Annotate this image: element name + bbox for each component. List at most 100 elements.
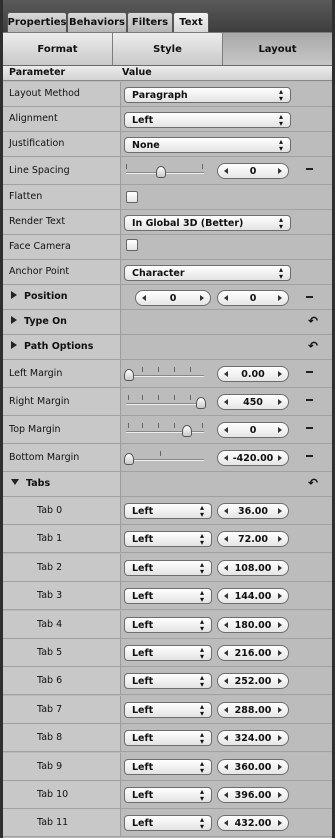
decrement-arrow-icon[interactable] (224, 678, 228, 684)
tab-position-stepper[interactable]: 396.00 (217, 787, 289, 803)
label-type-on[interactable]: Type On (11, 316, 67, 327)
segment-style[interactable]: Style (113, 33, 223, 65)
line-spacing-slider-thumb[interactable] (156, 166, 167, 178)
left-margin-stepper[interactable]: 0.00 (217, 366, 289, 382)
tab-alignment-popup[interactable]: Left ▴ ▾ (124, 588, 212, 604)
flatten-checkbox[interactable] (126, 191, 138, 203)
tab-position-stepper[interactable]: 324.00 (217, 730, 289, 746)
line-spacing-stepper[interactable]: 0 (217, 163, 289, 179)
decrement-arrow-icon[interactable] (224, 593, 228, 599)
tab-alignment-popup[interactable]: Left ▴ ▾ (124, 673, 212, 689)
segment-layout[interactable]: Layout (223, 33, 332, 65)
right-margin-stepper[interactable]: 450 (217, 394, 289, 410)
reset-arrow-icon[interactable]: ↶ (308, 476, 318, 490)
label-path-options[interactable]: Path Options (11, 341, 93, 352)
decrement-arrow-icon[interactable] (224, 622, 228, 628)
increment-arrow-icon[interactable] (278, 455, 282, 461)
minus-icon[interactable] (306, 399, 313, 401)
reset-arrow-icon[interactable]: ↶ (308, 339, 318, 353)
right-margin-slider[interactable] (124, 391, 206, 411)
tab-position-stepper[interactable]: 108.00 (217, 560, 289, 576)
increment-arrow-icon[interactable] (278, 536, 282, 542)
tab-alignment-popup[interactable]: Left ▴ ▾ (124, 787, 212, 803)
increment-arrow-icon[interactable] (278, 565, 282, 571)
tab-position-stepper[interactable]: 252.00 (217, 673, 289, 689)
tab-alignment-popup[interactable]: Left ▴ ▾ (124, 531, 212, 547)
disclosure-triangle-icon[interactable] (11, 479, 19, 485)
tab-position-stepper[interactable]: 432.00 (217, 815, 289, 831)
tab-properties[interactable]: Properties (7, 12, 67, 32)
decrement-arrow-icon[interactable] (224, 427, 228, 433)
decrement-arrow-icon[interactable] (224, 536, 228, 542)
minus-icon[interactable] (306, 168, 313, 170)
decrement-arrow-icon[interactable] (224, 168, 228, 174)
top-margin-slider[interactable] (124, 419, 206, 439)
line-spacing-slider[interactable] (124, 160, 206, 180)
tab-position-stepper[interactable]: 288.00 (217, 702, 289, 718)
increment-arrow-icon[interactable] (200, 295, 204, 301)
increment-arrow-icon[interactable] (278, 371, 282, 377)
tab-behaviors[interactable]: Behaviors (67, 12, 127, 32)
increment-arrow-icon[interactable] (278, 622, 282, 628)
decrement-arrow-icon[interactable] (224, 650, 228, 656)
decrement-arrow-icon[interactable] (224, 371, 228, 377)
tab-position-stepper[interactable]: 72.00 (217, 531, 289, 547)
increment-arrow-icon[interactable] (278, 650, 282, 656)
decrement-arrow-icon[interactable] (224, 295, 228, 301)
increment-arrow-icon[interactable] (278, 820, 282, 826)
increment-arrow-icon[interactable] (278, 593, 282, 599)
tab-text[interactable]: Text (173, 12, 209, 32)
bottom-margin-slider-thumb[interactable] (124, 453, 134, 465)
position-y-stepper[interactable]: 0 (217, 290, 289, 306)
increment-arrow-icon[interactable] (278, 295, 282, 301)
segment-format[interactable]: Format (3, 33, 113, 65)
left-margin-slider[interactable] (124, 363, 206, 383)
increment-arrow-icon[interactable] (278, 168, 282, 174)
decrement-arrow-icon[interactable] (224, 820, 228, 826)
minus-icon[interactable] (306, 427, 313, 429)
increment-arrow-icon[interactable] (278, 508, 282, 514)
decrement-arrow-icon[interactable] (224, 399, 228, 405)
increment-arrow-icon[interactable] (278, 707, 282, 713)
tab-alignment-popup[interactable]: Left ▴ ▾ (124, 645, 212, 661)
label-tabs[interactable]: Tabs (11, 478, 50, 489)
tab-alignment-popup[interactable]: Left ▴ ▾ (124, 702, 212, 718)
disclosure-triangle-icon[interactable] (11, 316, 17, 324)
left-margin-slider-thumb[interactable] (124, 369, 134, 381)
justification-popup[interactable]: None ▴ ▾ (124, 137, 291, 153)
minus-icon[interactable] (306, 296, 313, 298)
render-text-popup[interactable]: In Global 3D (Better) ▴ ▾ (124, 215, 291, 231)
tab-position-stepper[interactable]: 36.00 (217, 503, 289, 519)
decrement-arrow-icon[interactable] (224, 735, 228, 741)
top-margin-slider-thumb[interactable] (181, 425, 192, 437)
decrement-arrow-icon[interactable] (142, 295, 146, 301)
increment-arrow-icon[interactable] (278, 427, 282, 433)
alignment-popup[interactable]: Left ▴ ▾ (124, 112, 291, 128)
tab-position-stepper[interactable]: 216.00 (217, 645, 289, 661)
increment-arrow-icon[interactable] (278, 764, 282, 770)
decrement-arrow-icon[interactable] (224, 707, 228, 713)
label-position[interactable]: Position (11, 291, 68, 302)
increment-arrow-icon[interactable] (278, 399, 282, 405)
decrement-arrow-icon[interactable] (224, 764, 228, 770)
increment-arrow-icon[interactable] (278, 792, 282, 798)
layout-method-popup[interactable]: Paragraph ▴ ▾ (124, 87, 291, 103)
increment-arrow-icon[interactable] (278, 735, 282, 741)
tab-alignment-popup[interactable]: Left ▴ ▾ (124, 560, 212, 576)
position-x-stepper[interactable]: 0 (135, 290, 211, 306)
minus-icon[interactable] (306, 371, 313, 373)
disclosure-triangle-icon[interactable] (11, 291, 17, 299)
tab-position-stepper[interactable]: 360.00 (217, 759, 289, 775)
tab-alignment-popup[interactable]: Left ▴ ▾ (124, 617, 212, 633)
decrement-arrow-icon[interactable] (224, 455, 228, 461)
tab-position-stepper[interactable]: 180.00 (217, 617, 289, 633)
disclosure-triangle-icon[interactable] (11, 341, 17, 349)
minus-icon[interactable] (306, 455, 313, 457)
top-margin-stepper[interactable]: 0 (217, 422, 289, 438)
decrement-arrow-icon[interactable] (224, 565, 228, 571)
right-margin-slider-thumb[interactable] (196, 397, 206, 409)
tab-alignment-popup[interactable]: Left ▴ ▾ (124, 730, 212, 746)
anchor-point-popup[interactable]: Character ▴ ▾ (124, 265, 291, 281)
tab-filters[interactable]: Filters (127, 12, 173, 32)
increment-arrow-icon[interactable] (278, 678, 282, 684)
